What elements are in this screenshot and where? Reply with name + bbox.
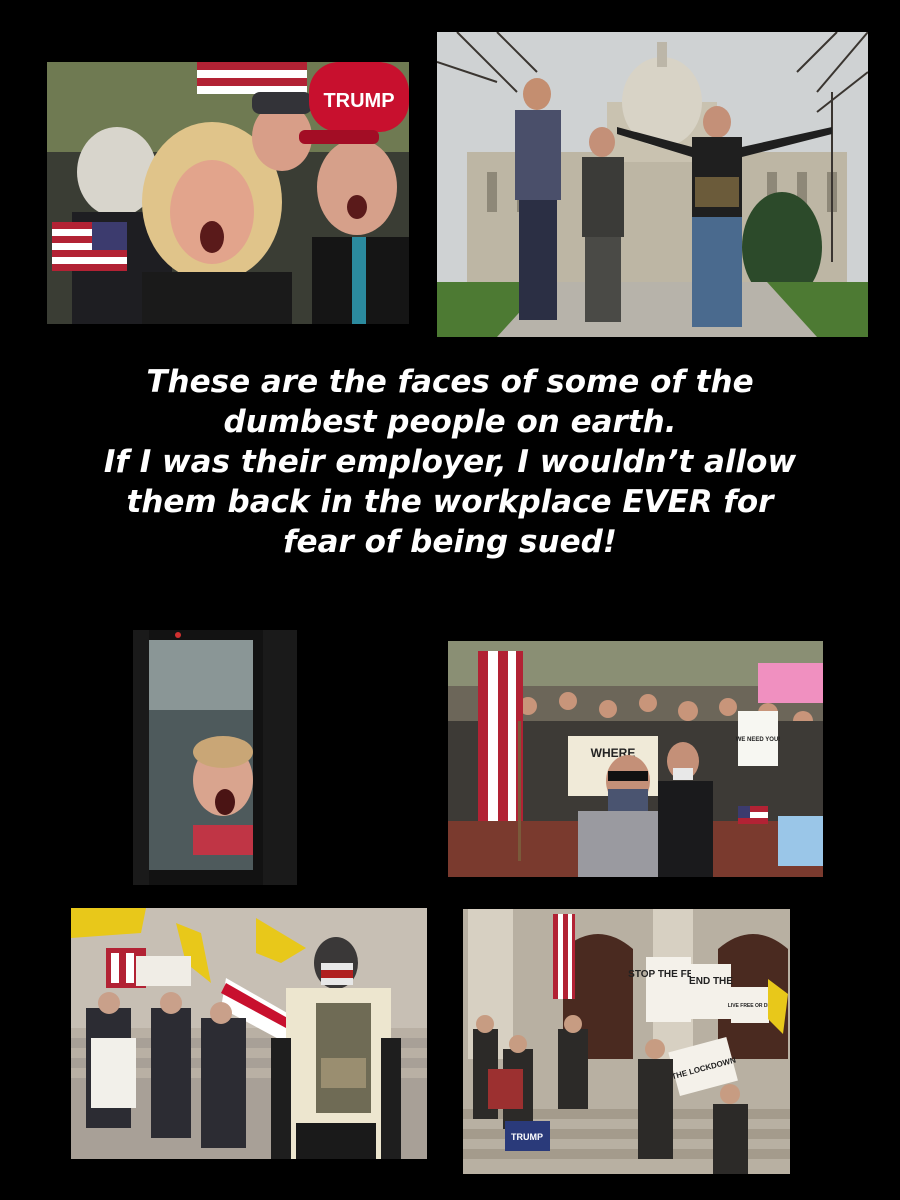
cap-text: TRUMP <box>323 90 394 112</box>
caption-text: These are the faces of some of the dumbe… <box>60 362 840 562</box>
small-flag-right <box>738 806 768 824</box>
caption-line-4: them back in the workplace EVER for <box>126 484 774 520</box>
photo-middle-left-image <box>133 630 297 885</box>
photo-middle-right-crowd-signs: WHERE WE NEED YOU! <box>448 641 823 877</box>
flag-bottom-right <box>553 914 575 999</box>
photo-top-left-protesters: TRUMP <box>47 62 409 324</box>
sign-live-free-or-die: LIVE FREE OR DIE <box>728 987 773 1023</box>
caption-line-2: dumbest people on earth. <box>223 404 677 440</box>
caption-line-3: If I was their employer, I wouldn’t allo… <box>103 444 797 480</box>
sign-we-need-you-text: WE NEED YOU! <box>736 737 781 743</box>
flag-top-left <box>197 62 307 94</box>
photo-bottom-left-armed-man <box>71 908 427 1159</box>
caption-line-1: These are the faces of some of the <box>146 364 754 400</box>
sign-trump: TRUMP <box>505 1121 550 1151</box>
photo-top-right-image <box>437 32 868 337</box>
caption-line-5: fear of being sued! <box>283 524 617 560</box>
sign-end-the: END THE <box>689 964 733 1019</box>
sign-live-text: LIVE FREE OR DIE <box>728 1003 773 1009</box>
sign-trump-text: TRUMP <box>511 1132 543 1142</box>
photo-bottom-right-capitol-signs: STOP THE FEAR END THE LIVE FREE OR DIE T… <box>463 909 790 1174</box>
photo-bottom-right-image: STOP THE FEAR END THE LIVE FREE OR DIE T… <box>463 909 790 1174</box>
man-left <box>515 78 561 320</box>
photo-top-right-armed-men-capitol <box>437 32 868 337</box>
handheld-flag <box>52 222 127 271</box>
photo-middle-left-woman-behind-glass <box>133 630 297 885</box>
photo-top-left-image: TRUMP <box>47 62 409 324</box>
sign-end-text: END THE <box>689 976 733 987</box>
photo-bottom-left-image <box>71 908 427 1159</box>
photo-middle-right-image: WHERE WE NEED YOU! <box>448 641 823 877</box>
